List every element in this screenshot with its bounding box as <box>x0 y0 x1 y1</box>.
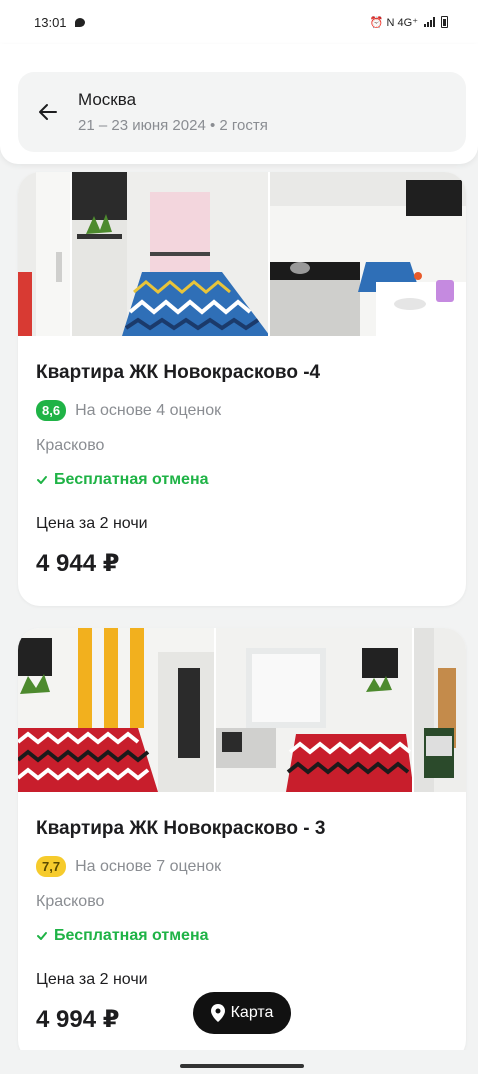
rating-badge: 8,6 <box>36 400 67 421</box>
rating-row: 8,6 На основе 4 оценок <box>36 400 448 421</box>
listing-price: 4 944 ₽ <box>36 550 120 577</box>
check-icon <box>37 932 47 940</box>
listing-photo <box>412 628 466 792</box>
status-indicators: ⏰ N 4G⁺ <box>370 16 448 29</box>
search-city: Москва <box>78 90 137 109</box>
check-icon <box>37 476 47 484</box>
rating-row: 7,7 На основе 7 оценок <box>36 856 448 877</box>
listing-photo <box>214 628 412 792</box>
photo-carousel[interactable] <box>18 628 466 792</box>
status-indicator-text: ⏰ N 4G⁺ <box>369 16 418 29</box>
bottom-fade <box>0 1050 478 1074</box>
message-icon <box>74 17 85 27</box>
search-dates: 21 – 23 июня 2024 • 2 гостя <box>78 117 268 134</box>
battery-icon <box>441 16 448 28</box>
listing-details: Квартира ЖК Новокрасково -4 8,6 На основ… <box>18 336 466 606</box>
listing-location: Красково <box>36 437 105 454</box>
listing-photo <box>18 628 214 792</box>
map-button-label: Карта <box>230 1004 274 1021</box>
free-cancellation: Бесплатная отмена <box>36 471 448 489</box>
back-button[interactable] <box>18 72 78 152</box>
home-indicator[interactable] <box>180 1064 304 1068</box>
listing-title: Квартира ЖК Новокрасково -4 <box>36 362 321 383</box>
signal-icon <box>424 17 435 27</box>
status-bar: 13:01 ⏰ N 4G⁺ <box>0 0 478 44</box>
listing-photo <box>18 172 70 336</box>
listing-photo <box>268 172 466 336</box>
search-summary[interactable]: Москва 21 – 23 июня 2024 • 2 гостя <box>18 72 466 152</box>
listing-photo <box>70 172 268 336</box>
arrow-left-icon <box>39 104 57 120</box>
free-cancellation: Бесплатная отмена <box>36 927 448 945</box>
status-time: 13:01 <box>34 14 67 30</box>
price-label: Цена за 2 ночи <box>36 515 148 532</box>
status-time-group: 13:01 <box>34 15 85 30</box>
photo-carousel[interactable] <box>18 172 466 336</box>
review-count: На основе 7 оценок <box>75 857 222 875</box>
review-count: На основе 4 оценок <box>75 401 222 419</box>
listing-card[interactable]: Квартира ЖК Новокрасково -4 8,6 На основ… <box>18 172 466 606</box>
listing-title: Квартира ЖК Новокрасково - 3 <box>36 818 326 839</box>
free-cancellation-label: Бесплатная отмена <box>54 471 209 488</box>
map-button[interactable]: Карта <box>193 992 291 1034</box>
search-header: Москва 21 – 23 июня 2024 • 2 гостя <box>0 44 478 164</box>
free-cancellation-label: Бесплатная отмена <box>54 927 209 944</box>
listing-list: Квартира ЖК Новокрасково -4 8,6 На основ… <box>18 172 466 1074</box>
price-label: Цена за 2 ночи <box>36 971 148 988</box>
search-text: Москва 21 – 23 июня 2024 • 2 гостя <box>78 90 268 134</box>
map-pin-icon <box>210 1004 225 1022</box>
listing-location: Красково <box>36 893 105 910</box>
rating-badge: 7,7 <box>36 856 67 877</box>
